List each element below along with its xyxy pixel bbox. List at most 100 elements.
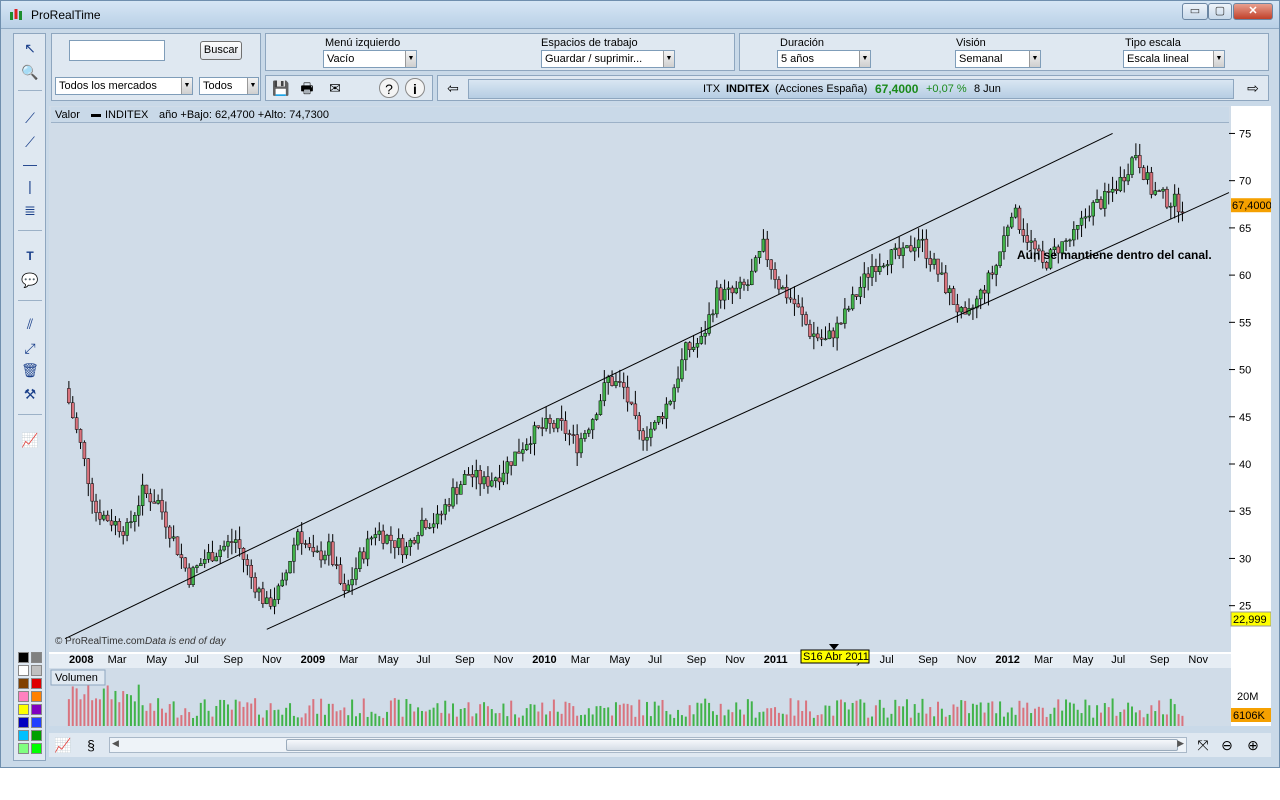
type-select[interactable]: Todos ▼ <box>199 77 259 95</box>
volume-bar <box>611 715 614 726</box>
candle-body <box>214 556 219 562</box>
candle-body <box>629 401 634 405</box>
fibonacci-tool-icon[interactable]: ≣ <box>19 200 41 220</box>
volume-bar <box>401 716 404 726</box>
color-swatch-purple[interactable] <box>31 704 42 715</box>
color-swatch-white[interactable] <box>18 665 29 676</box>
color-swatch-navy[interactable] <box>18 717 29 728</box>
volume-bar <box>424 711 427 726</box>
candle-body <box>955 304 960 313</box>
color-swatch-lime[interactable] <box>31 743 42 754</box>
color-swatch-cyan[interactable] <box>18 730 29 741</box>
text-tool-icon[interactable]: T <box>19 246 41 266</box>
volume-bar <box>1115 715 1118 726</box>
indicator-tool-icon[interactable]: 📈 <box>19 430 41 450</box>
volume-bar <box>902 706 905 726</box>
candle-body <box>237 539 242 549</box>
vision-select[interactable]: Semanal ▼ <box>955 50 1041 68</box>
email-icon[interactable]: ✉ <box>325 78 345 98</box>
volume-bar <box>355 716 357 726</box>
left-menu-select[interactable]: Vacío ▼ <box>323 50 417 68</box>
volume-bar <box>1111 698 1114 726</box>
volume-bar <box>1076 709 1079 726</box>
duration-select[interactable]: 5 años ▼ <box>777 50 871 68</box>
volume-bar <box>882 707 885 726</box>
scale-select[interactable]: Escala lineal ▼ <box>1123 50 1225 68</box>
color-swatch-brown[interactable] <box>18 678 29 689</box>
volume-bar <box>684 716 687 726</box>
close-button[interactable]: ✕ <box>1233 3 1273 20</box>
volume-bar <box>1134 712 1137 726</box>
candle-body <box>847 308 851 311</box>
candle-body <box>1103 191 1107 209</box>
price-chart[interactable]: 25 30 35 40 45 50 55 60 65 70 75 2008 Mar May Jul Sep No… <box>49 106 1272 726</box>
candle-body <box>781 286 785 290</box>
print-icon[interactable]: 🖶 <box>297 78 317 98</box>
volume-bar <box>378 716 381 726</box>
color-swatch-red[interactable] <box>31 678 42 689</box>
candle-body <box>1130 157 1134 175</box>
ray-tool-icon[interactable]: ⟋ <box>19 132 41 152</box>
tools-icon[interactable]: ⚒ <box>19 384 41 404</box>
horizontal-line-tool-icon[interactable]: — <box>19 154 41 174</box>
pointer-tool-icon[interactable]: ↖ <box>19 38 41 58</box>
volume-bar <box>843 702 846 726</box>
workspaces-select[interactable]: Guardar / suprimir... ▼ <box>541 50 675 68</box>
save-icon[interactable]: 💾 <box>271 78 291 98</box>
vertical-line-tool-icon[interactable]: | <box>19 176 41 196</box>
maximize-button[interactable]: ▢ <box>1208 3 1232 20</box>
candle-body <box>769 259 773 270</box>
volume-bar <box>114 690 117 726</box>
help-icon[interactable]: ? <box>379 78 399 98</box>
color-swatch-green[interactable] <box>31 730 42 741</box>
color-swatch-yellow[interactable] <box>18 704 29 715</box>
chart-type-icon[interactable]: 📈 <box>53 735 73 755</box>
scroll-right-icon[interactable]: ▶ <box>1177 738 1184 749</box>
markets-select[interactable]: Todos los mercados ▼ <box>55 77 193 95</box>
volume-bar <box>234 699 237 726</box>
connect-tool-icon[interactable]: ⤢ <box>19 338 41 358</box>
search-button[interactable]: Buscar <box>200 41 242 60</box>
candle-body <box>672 387 676 402</box>
candle-body <box>133 514 137 522</box>
minimize-button[interactable]: ▭ <box>1182 3 1208 20</box>
candle-body <box>493 477 498 482</box>
color-swatch-lightgreen[interactable] <box>18 743 29 754</box>
search-input[interactable] <box>69 40 165 61</box>
color-swatch-silver[interactable] <box>31 665 42 676</box>
volume-bar <box>436 703 439 726</box>
color-swatch-blue[interactable] <box>31 717 42 728</box>
candle-body <box>330 541 335 565</box>
y-tick-label: 55 <box>1239 317 1251 329</box>
previous-chart-icon[interactable]: ⇦ <box>443 78 463 98</box>
comment-tool-icon[interactable]: 💬 <box>19 270 41 290</box>
volume-bar <box>1018 700 1021 726</box>
zoom-out-icon[interactable]: ⊖ <box>1217 735 1237 755</box>
candle-body <box>567 433 572 435</box>
volume-bar <box>1010 707 1013 726</box>
volume-bar <box>937 701 939 726</box>
color-swatch-orange[interactable] <box>31 691 42 702</box>
link-icon[interactable]: § <box>81 735 101 755</box>
color-swatch-pink[interactable] <box>18 691 29 702</box>
horizontal-scrollbar[interactable]: ◀ ▶ <box>109 737 1187 753</box>
quote-name: INDITEX <box>726 83 770 95</box>
candle-body <box>552 423 556 429</box>
line-tool-icon[interactable]: ⟋ <box>19 108 41 128</box>
color-swatch-gray[interactable] <box>31 652 42 663</box>
candle-body <box>470 474 475 478</box>
candle-body <box>718 287 723 301</box>
next-chart-icon[interactable]: ⇨ <box>1243 78 1263 98</box>
channel-tool-icon[interactable]: ⫽ <box>19 314 41 334</box>
zoom-tool-icon[interactable]: 🔍 <box>19 62 41 82</box>
volume-bar <box>1065 699 1068 726</box>
scroll-left-icon[interactable]: ◀ <box>112 738 119 749</box>
color-swatch-black[interactable] <box>18 652 29 663</box>
scrollbar-thumb[interactable] <box>286 739 1178 751</box>
zoom-fit-icon[interactable]: ⤧ <box>1193 735 1213 755</box>
candle-body <box>1110 188 1115 193</box>
trash-icon[interactable]: 🗑 <box>19 360 41 380</box>
zoom-in-icon[interactable]: ⊕ <box>1243 735 1263 755</box>
info-icon[interactable]: i <box>405 78 425 98</box>
x-tick-label: Mar <box>571 654 590 666</box>
